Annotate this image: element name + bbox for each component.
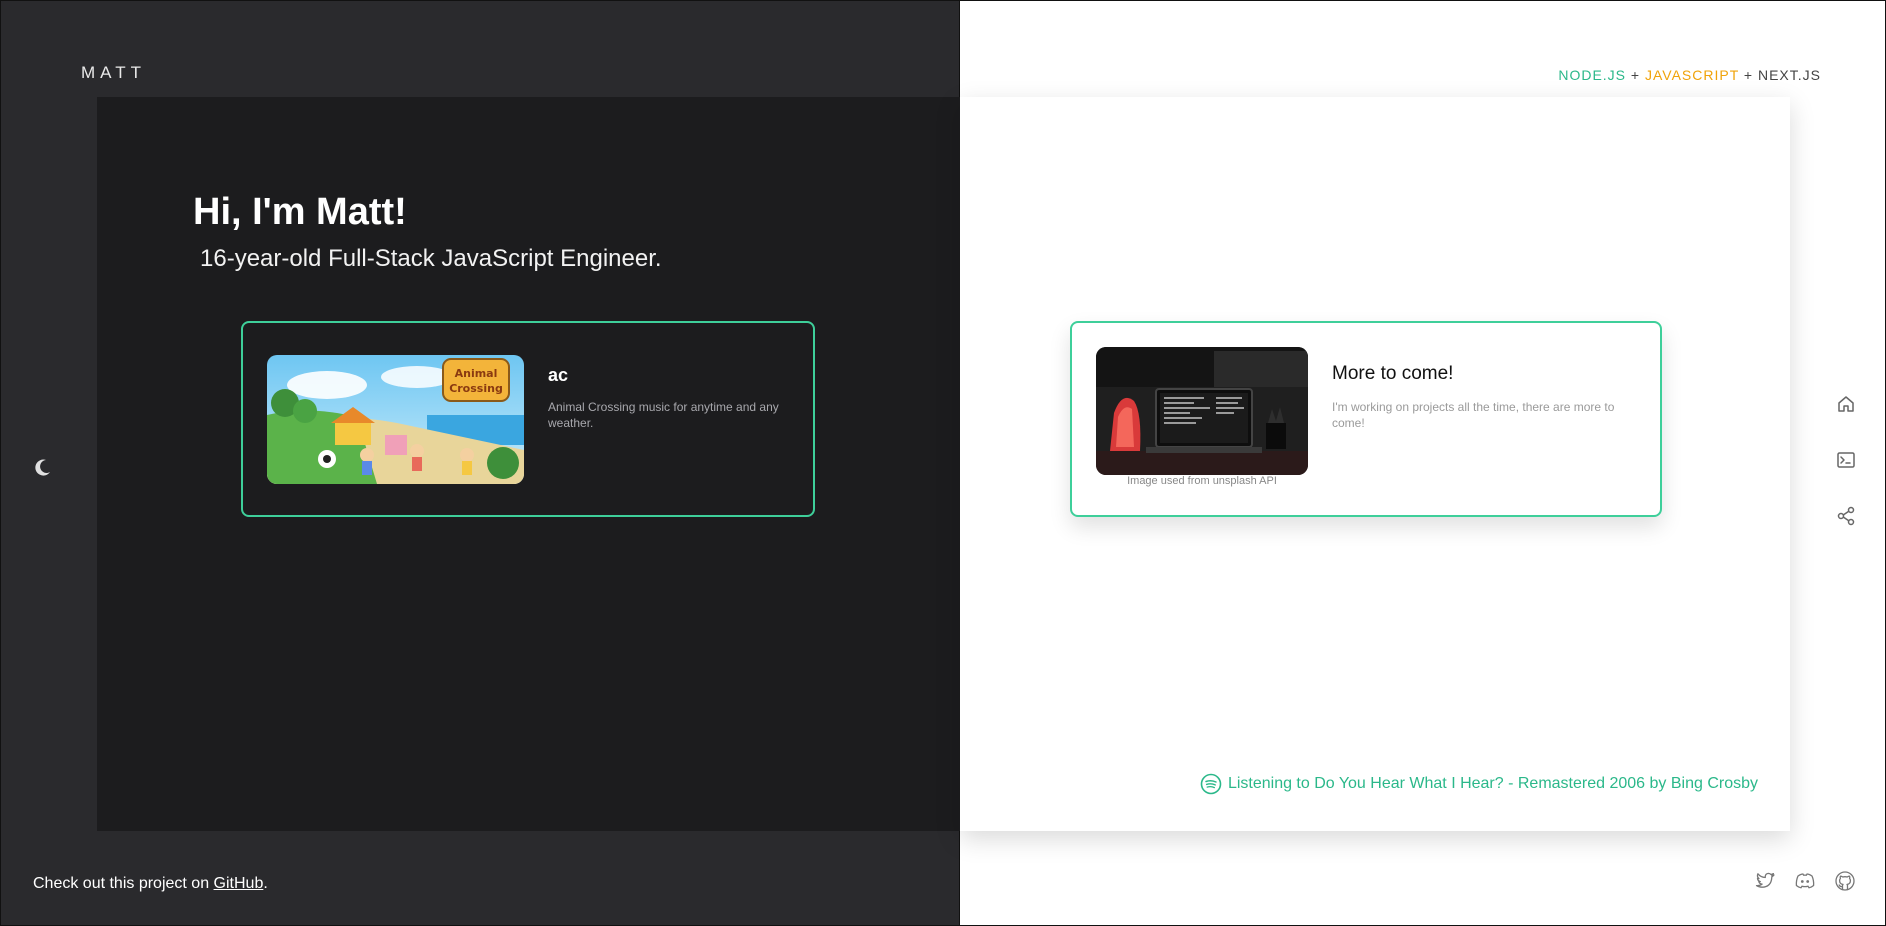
dark-theme-preview: MATT Hi, I'm Matt! 16-year-old Full-Stac…: [0, 0, 961, 926]
now-playing[interactable]: Listening to Do You Hear What I Hear? - …: [1200, 773, 1758, 795]
animal-crossing-image: Animal Crossing: [267, 355, 524, 484]
terminal-icon[interactable]: [1835, 449, 1857, 471]
tech-stack: NODE.JS + JAVASCRIPT + NEXT.JS: [1558, 67, 1821, 83]
footer-suffix: .: [263, 875, 268, 892]
project-thumbnail: Animal Crossing: [267, 355, 524, 484]
footer-note: Check out this project on GitHub.: [33, 875, 268, 893]
hero-title: Hi, I'm Matt!: [193, 191, 407, 233]
side-nav: [1835, 393, 1857, 527]
light-theme-preview: NODE.JS + JAVASCRIPT + NEXT.JS Image use…: [960, 0, 1886, 926]
stack-plus: +: [1630, 67, 1641, 83]
share-icon[interactable]: [1835, 505, 1857, 527]
project-description: I'm working on projects all the time, th…: [1332, 400, 1615, 430]
social-links: [1753, 869, 1857, 893]
project-title: More to come!: [1332, 363, 1454, 384]
stack-nextjs: NEXT.JS: [1757, 67, 1821, 83]
twitter-icon[interactable]: [1753, 869, 1777, 893]
stack-nodejs: NODE.JS: [1558, 67, 1627, 83]
project-description: Animal Crossing music for anytime and an…: [548, 400, 779, 430]
project-card-more[interactable]: Image used from unsplash API More to com…: [1070, 321, 1662, 517]
svg-text:Animal: Animal: [455, 367, 498, 380]
discord-icon[interactable]: [1793, 869, 1817, 893]
project-card-ac[interactable]: Animal Crossing ac Animal Crossing music…: [241, 321, 815, 517]
footer-text: Check out this project on: [33, 875, 214, 892]
image-credit: Image used from unsplash API: [1127, 475, 1277, 487]
spotify-icon: [1200, 773, 1222, 795]
stack-plus: +: [1743, 67, 1754, 83]
moon-icon[interactable]: [33, 457, 53, 477]
project-thumbnail: [1096, 347, 1308, 475]
github-icon[interactable]: [1833, 869, 1857, 893]
github-link[interactable]: GitHub: [214, 875, 264, 892]
stack-javascript: JAVASCRIPT: [1644, 67, 1740, 83]
home-icon[interactable]: [1835, 393, 1857, 415]
light-content-panel: Image used from unsplash API More to com…: [960, 97, 1790, 831]
brand-logo[interactable]: MATT: [81, 63, 146, 83]
hero-subtitle: 16-year-old Full-Stack JavaScript Engine…: [200, 245, 662, 272]
desk-photo-image: [1096, 347, 1308, 475]
project-title: ac: [548, 365, 569, 385]
svg-text:Crossing: Crossing: [449, 382, 503, 395]
now-playing-text: Listening to Do You Hear What I Hear? - …: [1227, 775, 1758, 792]
